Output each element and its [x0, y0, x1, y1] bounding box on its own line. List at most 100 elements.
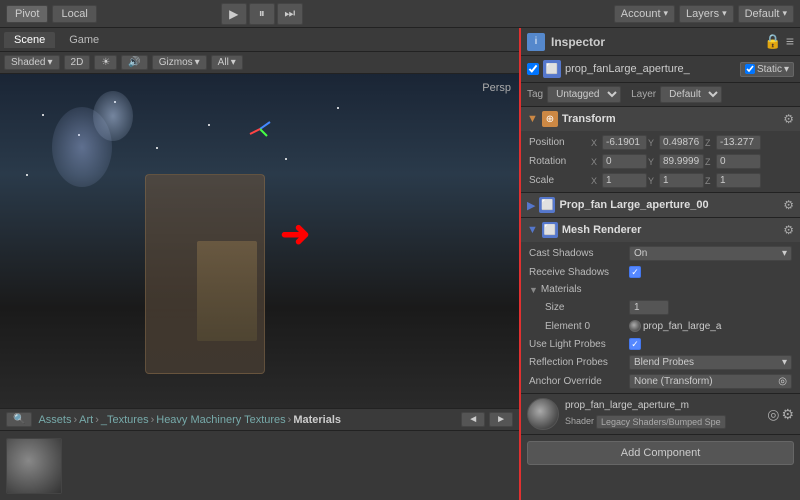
reflection-probes-select[interactable]: Blend Probes ▾ — [629, 355, 792, 370]
breadcrumb-sep-2: › — [95, 414, 99, 426]
materials-fold-icon[interactable]: ▼ — [529, 285, 538, 295]
project-bottom-bar: 🔍 Assets › Art › _Textures › Heavy Machi… — [0, 408, 519, 430]
local-button[interactable]: Local — [52, 5, 96, 23]
rotation-y-label: Y — [648, 157, 658, 167]
scale-fields: X Y Z — [591, 173, 792, 188]
rotation-row: Rotation X Y Z — [521, 152, 800, 171]
element0-field: prop_fan_large_a — [629, 320, 792, 332]
transform-body: Position X Y Z Rotation X — [521, 131, 800, 192]
rotation-z-input[interactable] — [716, 154, 761, 169]
pause-button[interactable]: ⏸ — [249, 3, 275, 25]
layers-dropdown[interactable]: Layers ▾ — [679, 5, 734, 23]
object-active-checkbox[interactable] — [527, 63, 539, 75]
static-checkbox[interactable] — [745, 64, 755, 74]
tag-select[interactable]: Untagged — [547, 86, 621, 103]
asset-thumbnail-1[interactable] — [6, 438, 62, 494]
receive-shadows-label: Receive Shadows — [529, 267, 629, 278]
bottom-bar-controls: ◄ ► — [461, 412, 513, 427]
position-x-label: X — [591, 138, 601, 148]
position-z-input[interactable] — [716, 135, 761, 150]
position-row: Position X Y Z — [521, 133, 800, 152]
shaded-dropdown[interactable]: Shaded ▾ — [4, 55, 60, 70]
material-gear-icon[interactable]: ⚙ — [781, 406, 794, 423]
position-z-label: Z — [705, 138, 715, 148]
shader-value[interactable]: Legacy Shaders/Bumped Spe — [596, 415, 726, 429]
breadcrumb-textures[interactable]: _Textures — [101, 414, 149, 426]
scale-y-input[interactable] — [659, 173, 704, 188]
anchor-override-row: Anchor Override None (Transform) ◎ — [521, 372, 800, 391]
top-toolbar: Pivot Local ▶ ⏸ ⏭ Account ▾ Layers ▾ Def… — [0, 0, 800, 28]
anchor-override-select[interactable]: None (Transform) ◎ — [629, 374, 792, 389]
material-thumbnail — [527, 398, 559, 430]
position-x-input[interactable] — [602, 135, 647, 150]
use-light-probes-checkbox[interactable]: ✓ — [629, 338, 641, 350]
transform-gear-icon[interactable]: ⚙ — [783, 112, 794, 126]
pivot-button[interactable]: Pivot — [6, 5, 48, 23]
cast-shadows-select[interactable]: On ▾ — [629, 246, 792, 261]
tab-game[interactable]: Game — [59, 32, 109, 48]
mesh-renderer-gear-icon[interactable]: ⚙ — [783, 223, 794, 237]
viewport[interactable]: ➜ Persp — [0, 74, 519, 408]
mesh-renderer-body: Cast Shadows On ▾ Receive Shadows ✓ ▼ Ma… — [521, 242, 800, 393]
rotation-x-input[interactable] — [602, 154, 647, 169]
account-dropdown[interactable]: Account ▾ — [614, 5, 675, 23]
tab-scene[interactable]: Scene — [4, 32, 55, 48]
scale-x-input[interactable] — [602, 173, 647, 188]
shaded-chevron-icon: ▾ — [47, 57, 52, 68]
inspector-icon-group: 🔒 ≡ — [764, 33, 794, 50]
gizmos-dropdown[interactable]: Gizmos ▾ — [152, 55, 207, 70]
lock-icon[interactable]: 🔒 — [764, 33, 781, 50]
element0-thumb — [629, 320, 641, 332]
audio-icon[interactable]: 🔊 — [121, 55, 147, 70]
selection-arrow-icon: ➜ — [280, 213, 310, 255]
gizmos-chevron-icon: ▾ — [195, 57, 200, 68]
search-button[interactable]: 🔍 — [6, 412, 32, 427]
size-input[interactable] — [629, 300, 669, 315]
rotation-label: Rotation — [529, 156, 589, 167]
prop-title: Prop_fan Large_aperture_00 — [559, 199, 779, 211]
size-row: Size — [521, 298, 800, 317]
all-dropdown[interactable]: All ▾ — [211, 55, 243, 70]
breadcrumb-assets[interactable]: Assets — [38, 414, 71, 426]
viewport-perspective-label: Persp — [482, 82, 511, 94]
main-area: Scene Game Shaded ▾ 2D ☀ 🔊 Gizmos ▾ All … — [0, 28, 800, 500]
prop-gear-icon[interactable]: ⚙ — [783, 198, 794, 212]
inspector-title: Inspector — [551, 35, 605, 49]
mesh-renderer-icon: ⬜ — [542, 222, 558, 238]
static-dropdown-icon[interactable]: ▾ — [784, 64, 789, 75]
cast-shadows-label: Cast Shadows — [529, 248, 629, 259]
add-component-button[interactable]: Add Component — [527, 441, 794, 465]
step-button[interactable]: ⏭ — [277, 3, 303, 25]
prop-header[interactable]: ▶ ⬜ Prop_fan Large_aperture_00 ⚙ — [521, 193, 800, 217]
rotation-y-input[interactable] — [659, 154, 704, 169]
play-button[interactable]: ▶ — [221, 3, 247, 25]
transform-header[interactable]: ▼ ⊕ Transform ⚙ — [521, 107, 800, 131]
shader-label: Shader — [565, 416, 594, 426]
mesh-renderer-header[interactable]: ▼ ⬜ Mesh Renderer ⚙ — [521, 218, 800, 242]
mesh-renderer-title: Mesh Renderer — [562, 224, 779, 236]
rotation-x-label: X — [591, 157, 601, 167]
scene-object-detail — [197, 241, 257, 341]
use-light-probes-row: Use Light Probes ✓ — [521, 335, 800, 353]
asset-bar — [0, 430, 519, 500]
scale-z-input[interactable] — [716, 173, 761, 188]
receive-shadows-checkbox[interactable]: ✓ — [629, 266, 641, 278]
prev-button[interactable]: ◄ — [461, 412, 485, 427]
element0-value[interactable]: prop_fan_large_a — [643, 321, 792, 332]
position-y-input[interactable] — [659, 135, 704, 150]
material-select-icon[interactable]: ◎ — [767, 406, 779, 423]
layer-select[interactable]: Default — [660, 86, 722, 103]
material-name[interactable]: prop_fan_large_aperture_m — [565, 400, 761, 411]
lighting-icon[interactable]: ☀ — [94, 55, 117, 70]
next-button[interactable]: ► — [489, 412, 513, 427]
2d-button[interactable]: 2D — [64, 55, 91, 70]
object-name[interactable]: prop_fanLarge_aperture_ — [565, 63, 736, 75]
breadcrumb-materials[interactable]: Materials — [293, 414, 341, 426]
transform-gizmo — [245, 114, 275, 144]
breadcrumb-art[interactable]: Art — [79, 414, 93, 426]
menu-icon[interactable]: ≡ — [786, 33, 794, 50]
object-header: ⬜ prop_fanLarge_aperture_ Static ▾ — [521, 56, 800, 83]
default-dropdown[interactable]: Default ▾ — [738, 5, 794, 23]
inspector-icon: i — [527, 33, 545, 51]
breadcrumb-heavy[interactable]: Heavy Machinery Textures — [156, 414, 285, 426]
